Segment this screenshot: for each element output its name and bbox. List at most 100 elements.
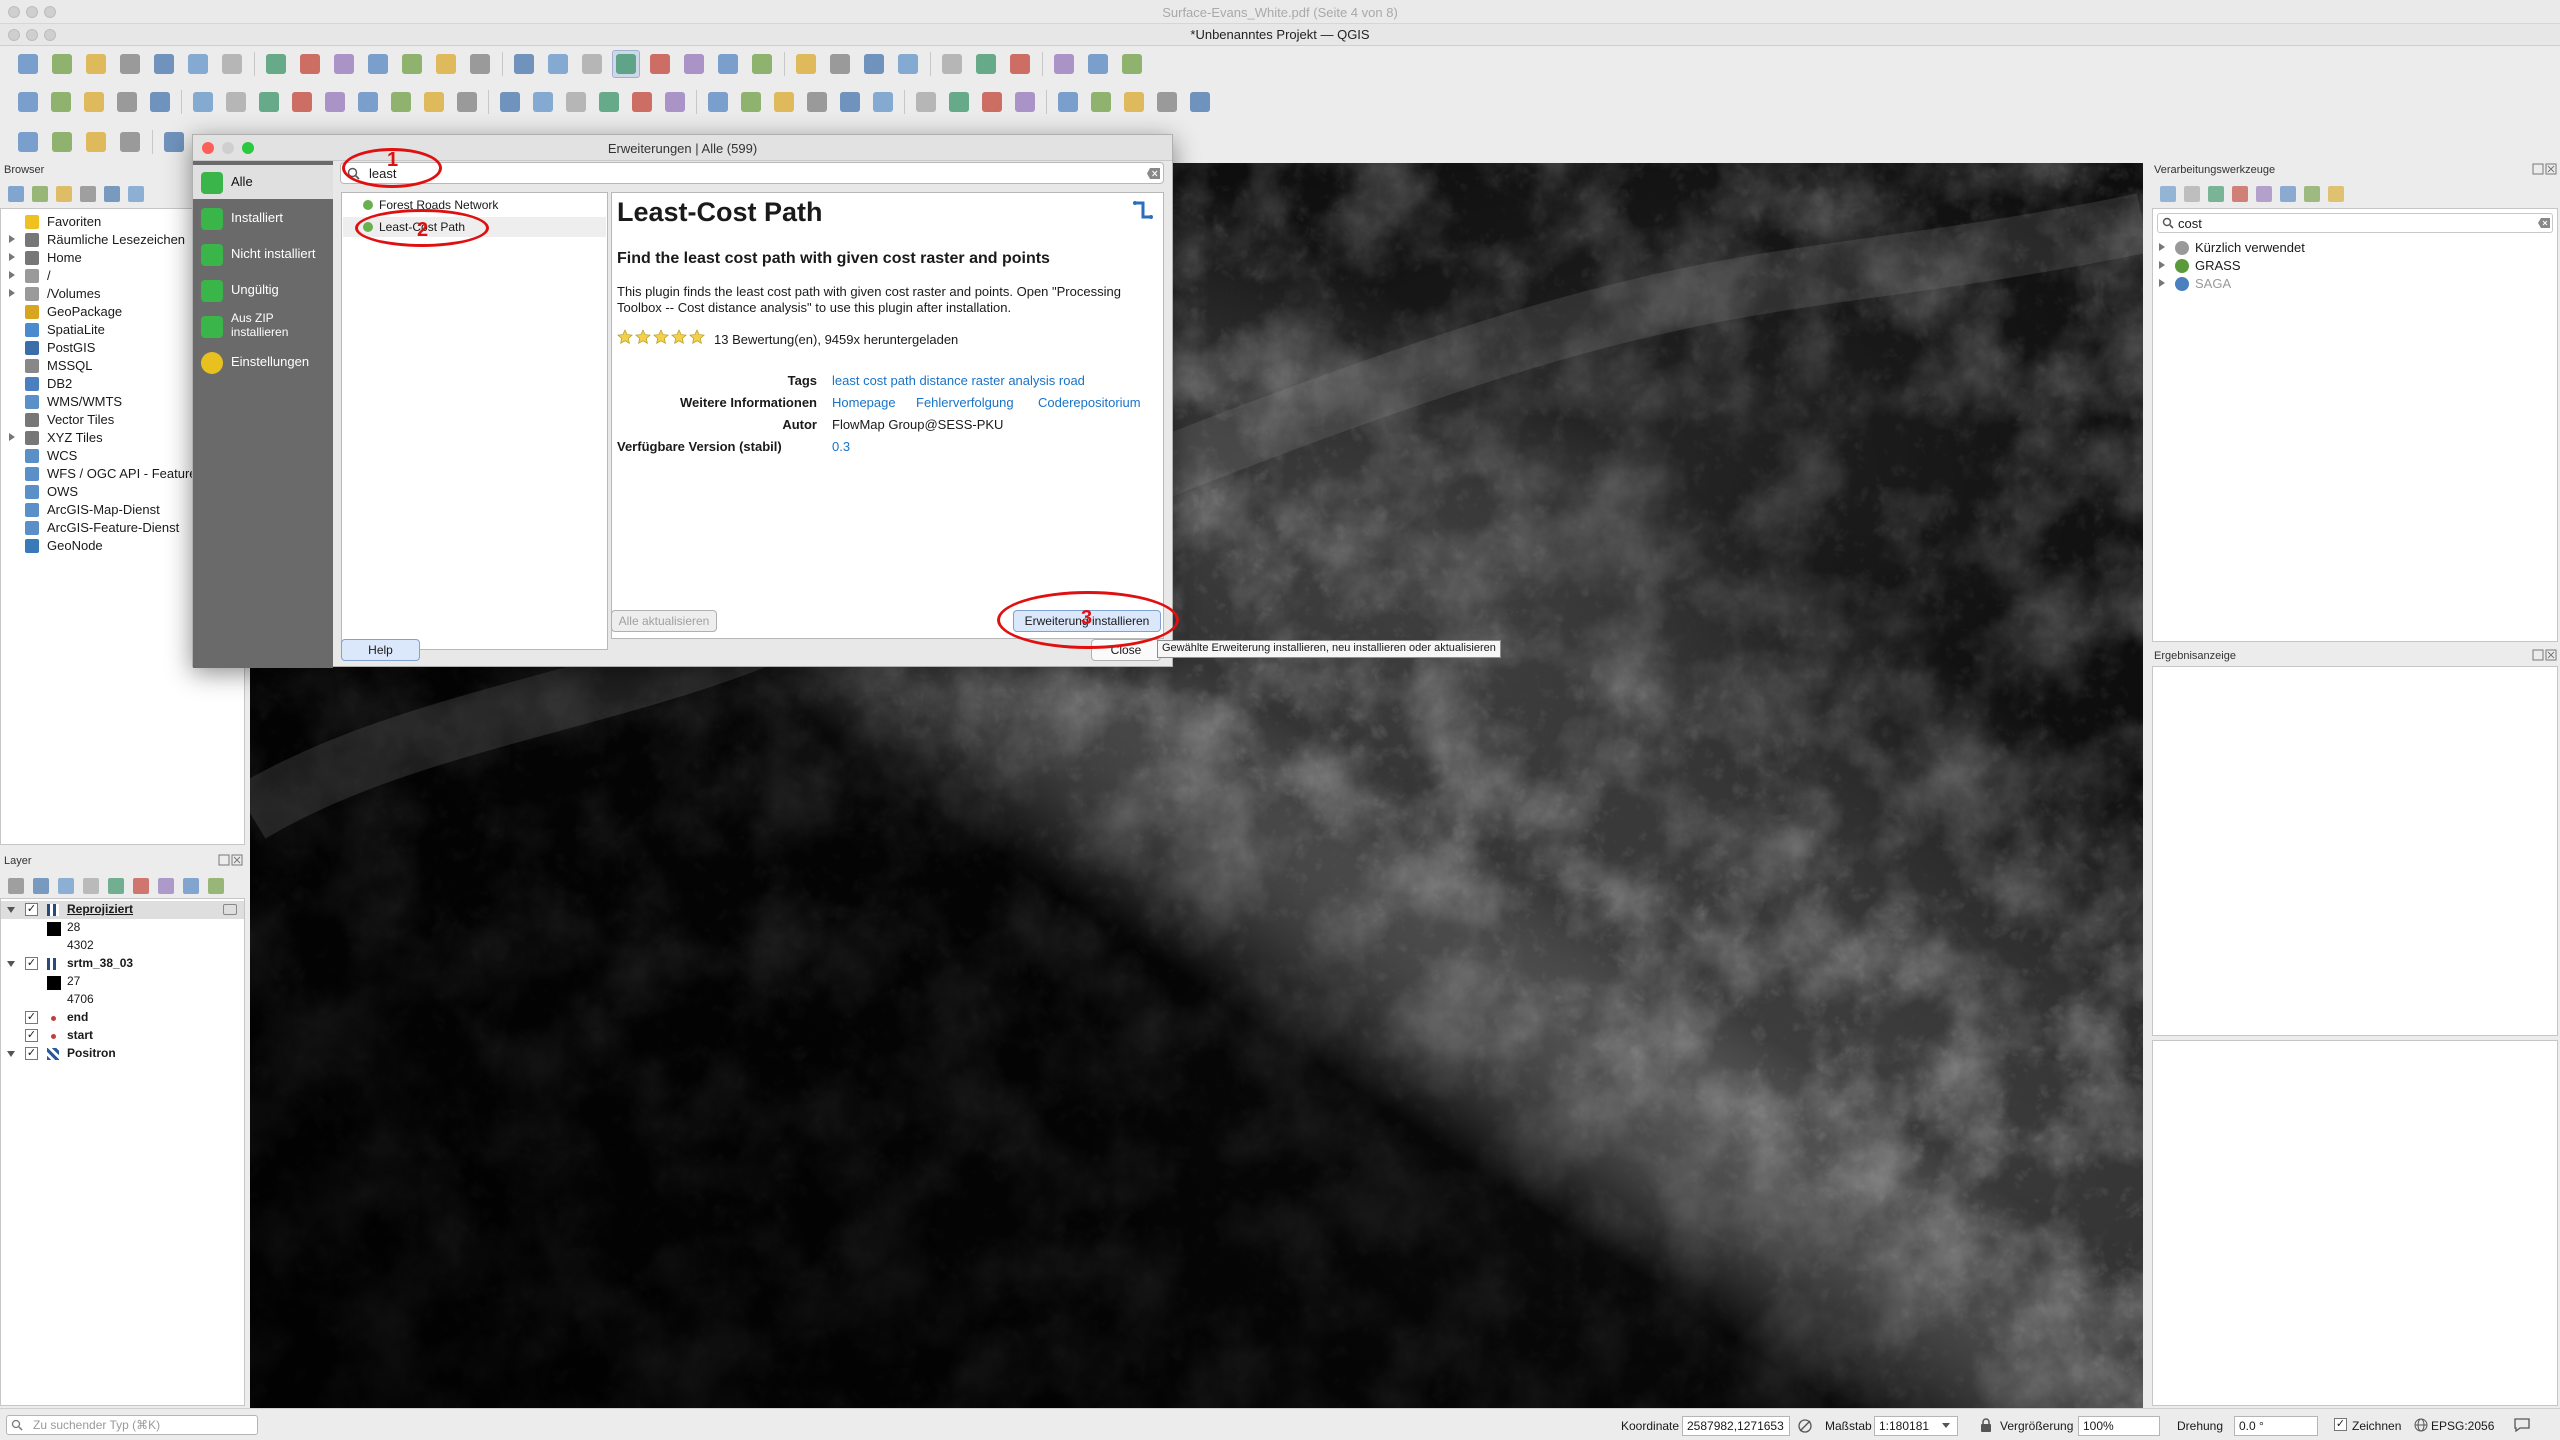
toolbar-button-28[interactable] [1006, 50, 1034, 78]
browser-tool-icon[interactable] [128, 186, 144, 202]
toolbar-button-71[interactable] [1087, 88, 1115, 116]
layers-tool-icon[interactable] [133, 878, 149, 894]
layer-visibility-checkbox[interactable]: ✓ [25, 903, 38, 916]
toolbar-button-15[interactable] [544, 50, 572, 78]
toolbar-button-22[interactable] [792, 50, 820, 78]
toolbar-button-73[interactable] [1153, 88, 1181, 116]
toolbar-button-13[interactable] [466, 50, 494, 78]
toolbar-button-66[interactable] [912, 88, 940, 116]
coordinate-field[interactable]: 2587982,1271653 [1682, 1416, 1790, 1436]
expand-arrow-icon[interactable] [9, 433, 15, 441]
toolbar-button-23[interactable] [826, 50, 854, 78]
layer-visibility-checkbox[interactable]: ✓ [25, 957, 38, 970]
toolbar-button-4[interactable] [150, 50, 178, 78]
scale-dropdown-icon[interactable] [1942, 1423, 1950, 1428]
toolbar-button-54[interactable] [496, 88, 524, 116]
processing-item[interactable]: Kürzlich verwendet [2153, 239, 2553, 257]
toolbar-button-69[interactable] [1011, 88, 1039, 116]
layers-tool-icon[interactable] [208, 878, 224, 894]
collapse-arrow-icon[interactable] [7, 907, 15, 913]
render-checkbox[interactable]: ✓ [2334, 1418, 2347, 1431]
crs-value[interactable]: EPSG:2056 [2431, 1419, 2494, 1433]
toolbar-button-48[interactable] [288, 88, 316, 116]
sidebar-item-4[interactable]: Aus ZIP installieren [193, 309, 333, 343]
toolbar-button-41[interactable] [47, 88, 75, 116]
toolbar-button-55[interactable] [529, 88, 557, 116]
layers-tool-icon[interactable] [58, 878, 74, 894]
toolbar-button-1[interactable] [48, 50, 76, 78]
panel-float-close-icons[interactable] [218, 854, 244, 866]
toolbar-button-65[interactable] [869, 88, 897, 116]
collapse-arrow-icon[interactable] [7, 961, 15, 967]
toolbar-button-60[interactable] [704, 88, 732, 116]
toolbar-button-56[interactable] [562, 88, 590, 116]
toolbar-button-24[interactable] [860, 50, 888, 78]
lock-icon[interactable] [1980, 1418, 1992, 1433]
expand-arrow-icon[interactable] [9, 253, 15, 261]
toolbar-button-5[interactable] [184, 50, 212, 78]
sidebar-item-5[interactable]: Einstellungen [193, 345, 333, 379]
locator-search-field[interactable]: Zu suchender Typ (⌘K) [6, 1415, 258, 1435]
toolbar-button-25[interactable] [894, 50, 922, 78]
expand-arrow-icon[interactable] [9, 271, 15, 279]
browser-tool-icon[interactable] [104, 186, 120, 202]
sidebar-item-0[interactable]: Alle [193, 165, 333, 199]
layers-tree[interactable]: ✓ Reprojiziert 28 4302 ✓ srtm_38_03 27 4706 ✓ end… [0, 898, 245, 1406]
toolbar-button-44[interactable] [146, 88, 174, 116]
toolbar-button-6[interactable] [218, 50, 246, 78]
layer-visibility-checkbox[interactable]: ✓ [25, 1029, 38, 1042]
processing-tree[interactable]: cost Kürzlich verwendet GRASS SAGA [2152, 208, 2558, 642]
toolbar-button-70[interactable] [1054, 88, 1082, 116]
toolbar-button-21[interactable] [748, 50, 776, 78]
toolbar-button-18[interactable] [646, 50, 674, 78]
processing-item[interactable]: SAGA [2153, 275, 2553, 293]
expand-arrow-icon[interactable] [9, 289, 15, 297]
processing-tool-icon[interactable] [2304, 186, 2320, 202]
toolbar-button-16[interactable] [578, 50, 606, 78]
layer-item[interactable]: ✓ end [1, 1009, 244, 1027]
toolbar-button-64[interactable] [836, 88, 864, 116]
layer-item[interactable]: ✓ srtm_38_03 [1, 955, 244, 973]
processing-item[interactable]: GRASS [2153, 257, 2553, 275]
expand-arrow-icon[interactable] [2159, 279, 2165, 287]
expand-arrow-icon[interactable] [2159, 243, 2165, 251]
expand-arrow-icon[interactable] [9, 235, 15, 243]
toolbar-button-68[interactable] [978, 88, 1006, 116]
toolbar-button-3[interactable] [116, 50, 144, 78]
toolbar-button-49[interactable] [321, 88, 349, 116]
toolbar-button-31[interactable] [1118, 50, 1146, 78]
toolbar-button-29[interactable] [1050, 50, 1078, 78]
toolbar-button-67[interactable] [945, 88, 973, 116]
messages-icon[interactable] [2514, 1418, 2530, 1432]
toolbar-button-63[interactable] [803, 88, 831, 116]
layer-item[interactable]: ✓ Positron [1, 1045, 244, 1063]
toolbar-button-72[interactable] [1120, 88, 1148, 116]
layer-item[interactable]: ✓ Reprojiziert [1, 901, 244, 919]
toolbar-button-43[interactable] [113, 88, 141, 116]
layers-tool-icon[interactable] [8, 878, 24, 894]
toolbar-button-57[interactable] [595, 88, 623, 116]
processing-search-field[interactable]: cost [2157, 213, 2553, 233]
toolbar-button-46[interactable] [222, 88, 250, 116]
sidebar-item-1[interactable]: Installiert [193, 201, 333, 235]
toolbar-button-2[interactable] [82, 50, 110, 78]
toolbar-button-8[interactable] [296, 50, 324, 78]
layer-visibility-checkbox[interactable]: ✓ [25, 1011, 38, 1024]
toolbar-button-82[interactable] [82, 128, 110, 156]
layers-tool-icon[interactable] [33, 878, 49, 894]
processing-tool-icon[interactable] [2208, 186, 2224, 202]
toolbar-button-50[interactable] [354, 88, 382, 116]
homepage-link[interactable]: Homepage [832, 395, 896, 410]
toolbar-button-17[interactable] [612, 50, 640, 78]
toolbar-button-52[interactable] [420, 88, 448, 116]
toolbar-button-74[interactable] [1186, 88, 1214, 116]
plugin-list[interactable]: Forest Roads Network Least-Cost Path [341, 192, 608, 650]
toolbar-button-0[interactable] [14, 50, 42, 78]
layers-tool-icon[interactable] [158, 878, 174, 894]
expand-arrow-icon[interactable] [2159, 261, 2165, 269]
browser-tool-icon[interactable] [56, 186, 72, 202]
processing-tool-icon[interactable] [2232, 186, 2248, 202]
help-button[interactable]: Help [341, 639, 420, 661]
processing-tool-icon[interactable] [2160, 186, 2176, 202]
code-repository-link[interactable]: Coderepositorium [1038, 395, 1141, 410]
